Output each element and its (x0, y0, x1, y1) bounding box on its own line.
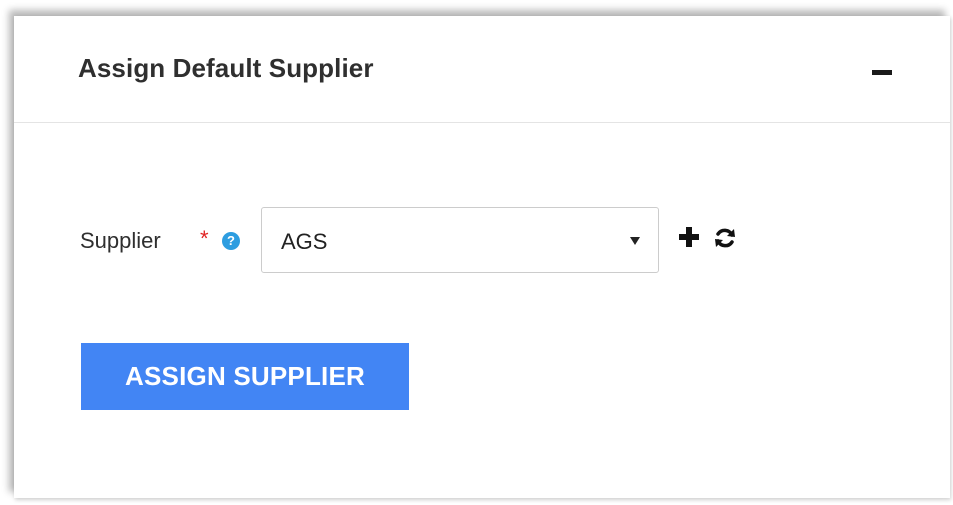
panel-title: Assign Default Supplier (78, 53, 374, 83)
question-circle-icon[interactable]: ? (222, 232, 240, 250)
supplier-label: Supplier (80, 228, 161, 253)
supplier-select[interactable]: AGS (261, 207, 659, 273)
assign-supplier-button[interactable]: ASSIGN SUPPLIER (81, 343, 409, 410)
assign-default-supplier-panel: Assign Default Supplier Supplier * ? AGS… (14, 16, 950, 498)
required-marker: * (200, 226, 209, 251)
plus-icon[interactable] (678, 226, 700, 248)
panel-header: Assign Default Supplier (14, 16, 950, 123)
refresh-icon[interactable] (713, 226, 737, 250)
supplier-selected-value: AGS (281, 229, 328, 254)
minus-icon[interactable] (872, 70, 892, 75)
caret-down-icon (630, 237, 640, 245)
